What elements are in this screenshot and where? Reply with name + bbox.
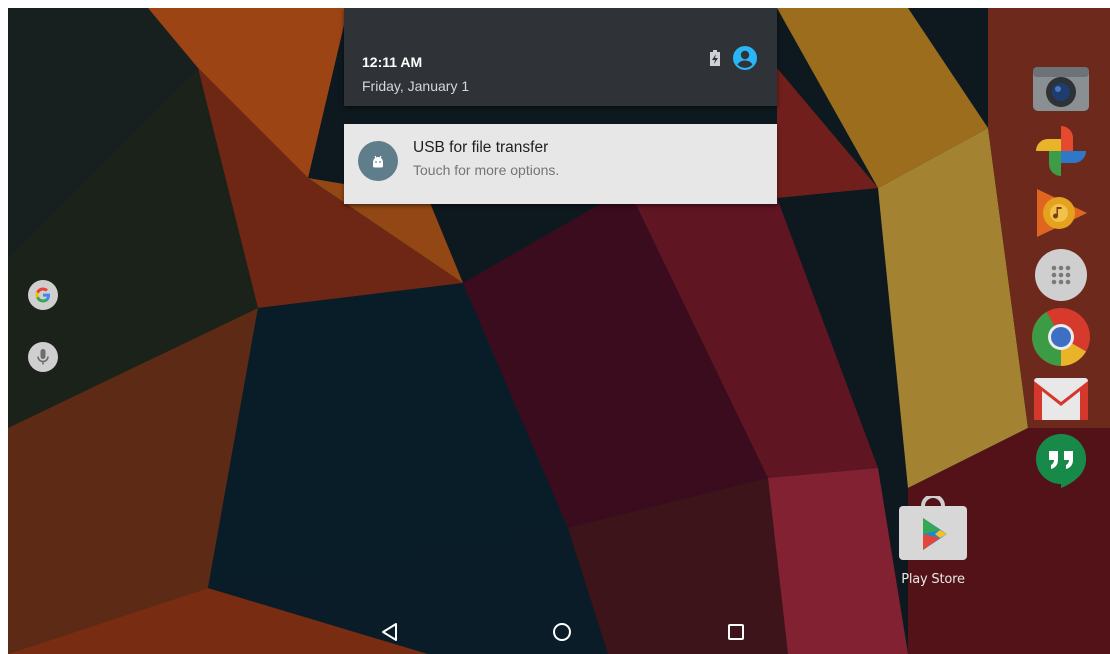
voice-search-button[interactable] <box>28 342 58 372</box>
android-usb-icon <box>358 141 398 181</box>
usb-notification[interactable]: USB for file transfer Touch for more opt… <box>344 124 777 204</box>
google-search-button[interactable] <box>28 280 58 310</box>
app-drawer-button[interactable] <box>1030 244 1092 306</box>
camera-icon <box>1033 67 1089 111</box>
notification-shade-header[interactable]: 12:11 AM Friday, January 1 <box>344 8 777 106</box>
back-icon <box>382 623 397 641</box>
user-avatar-icon[interactable] <box>732 45 758 71</box>
gmail-icon <box>1034 378 1088 420</box>
playstore-label: Play Store <box>901 572 965 587</box>
microphone-icon <box>37 349 49 365</box>
android-screen: Play Store 12:11 AM Friday, January 1 US… <box>8 8 1110 654</box>
date: Friday, January 1 <box>362 78 470 94</box>
chrome-app[interactable] <box>1030 306 1092 368</box>
photos-app[interactable] <box>1030 120 1092 182</box>
play-music-icon <box>1037 189 1087 237</box>
back-button[interactable] <box>376 618 404 646</box>
navigation-bar <box>8 608 1110 654</box>
app-drawer-icon <box>1035 249 1087 301</box>
home-button[interactable] <box>548 618 576 646</box>
play-music-app[interactable] <box>1030 182 1092 244</box>
recents-button[interactable] <box>722 618 750 646</box>
notification-text: Touch for more options. <box>413 162 560 178</box>
playstore-icon <box>899 494 967 560</box>
hangouts-icon <box>1036 434 1086 488</box>
clock: 12:11 AM <box>362 54 423 70</box>
recents-icon <box>728 624 744 640</box>
chrome-icon <box>1032 308 1090 366</box>
home-icon <box>553 623 571 641</box>
hangouts-app[interactable] <box>1030 430 1092 492</box>
photos-icon <box>1036 126 1086 176</box>
notification-title: USB for file transfer <box>413 139 549 156</box>
google-search-icon <box>35 287 50 303</box>
camera-app[interactable] <box>1030 58 1092 120</box>
battery-charging-icon <box>710 50 720 66</box>
playstore-shortcut[interactable]: Play Store <box>888 494 978 587</box>
gmail-app[interactable] <box>1030 368 1092 430</box>
